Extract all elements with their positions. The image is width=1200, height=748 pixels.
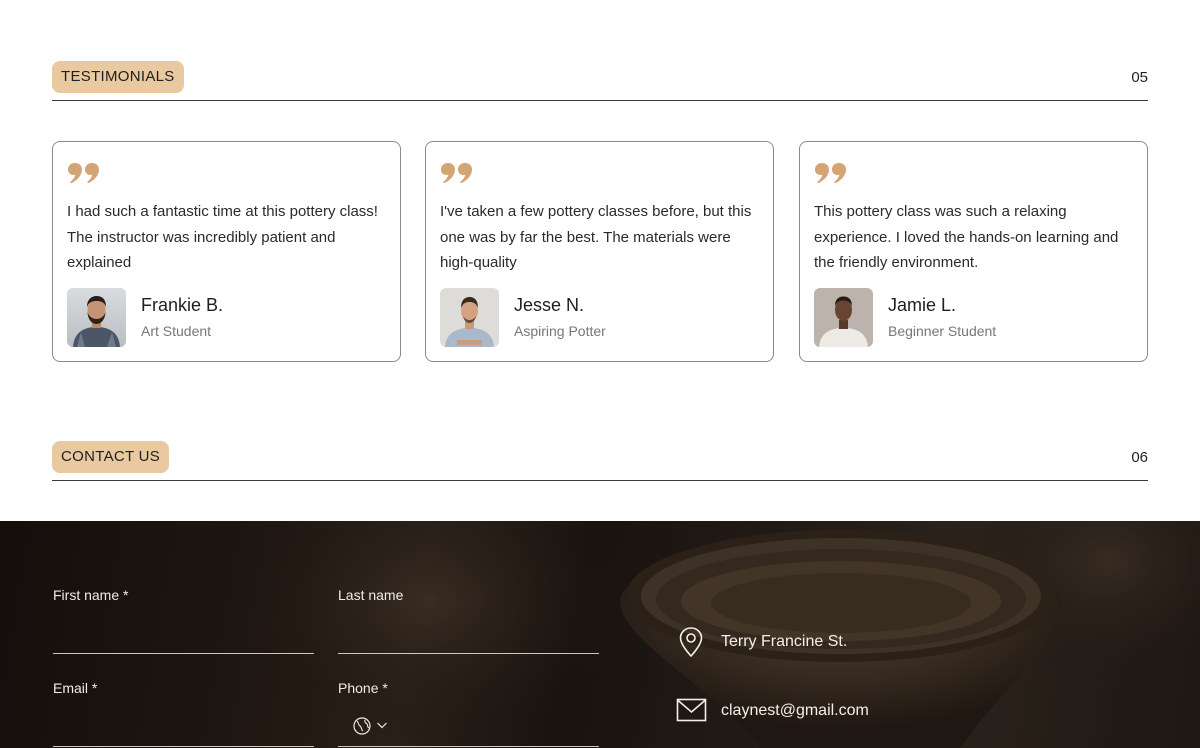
testimonials-list: I had such a fantastic time at this pott… — [52, 141, 1148, 363]
testimonial-role: Art Student — [141, 323, 212, 339]
phone-label: Phone * — [338, 680, 388, 696]
first-name-label: First name * — [53, 587, 129, 603]
last-name-label: Last name — [338, 587, 404, 603]
phone-underline — [338, 746, 599, 747]
testimonial-name: Jamie L. — [888, 295, 957, 315]
location-pin-icon — [679, 627, 703, 658]
testimonials-tag: TESTIMONIALS — [52, 61, 184, 93]
chevron-down-icon[interactable] — [376, 720, 388, 730]
contact-tag: CONTACT US — [52, 441, 170, 473]
phone-input[interactable] — [398, 713, 599, 743]
last-name-input[interactable] — [338, 621, 599, 651]
first-name-input[interactable] — [53, 621, 314, 651]
contact-header: CONTACT US 06 — [52, 441, 1148, 481]
contact-section: First name * Last name Email * Phone * T… — [0, 521, 1200, 748]
testimonial-card: I had such a fantastic time at this pott… — [52, 141, 401, 362]
quote-icon — [68, 163, 99, 184]
contact-section-number: 06 — [1131, 449, 1148, 466]
quote-icon — [815, 163, 846, 184]
testimonial-name: Jesse N. — [514, 295, 585, 315]
email-underline — [53, 746, 314, 747]
email-link[interactable]: claynest@gmail.com — [721, 702, 869, 720]
first-name-underline — [53, 653, 314, 654]
testimonial-card: I've taken a few pottery classes before,… — [425, 141, 774, 362]
quote-icon — [441, 163, 472, 184]
email-label: Email * — [53, 680, 98, 696]
testimonial-role: Aspiring Potter — [514, 323, 606, 339]
testimonial-name: Frankie B. — [141, 295, 224, 315]
email-input[interactable] — [53, 713, 314, 743]
last-name-underline — [338, 653, 599, 654]
avatar — [440, 288, 499, 347]
mail-icon — [676, 698, 707, 722]
address-text: Terry Francine St. — [721, 633, 848, 650]
avatar — [67, 288, 126, 347]
testimonial-role: Beginner Student — [888, 323, 997, 339]
testimonials-section-number: 05 — [1131, 69, 1148, 86]
testimonial-quote: I've taken a few pottery classes before,… — [440, 203, 752, 271]
testimonial-card: This pottery class was such a relaxing e… — [799, 141, 1148, 362]
testimonial-quote: This pottery class was such a relaxing e… — [814, 203, 1119, 271]
testimonials-header: TESTIMONIALS 05 — [52, 61, 1148, 101]
avatar — [814, 288, 873, 347]
testimonial-quote: I had such a fantastic time at this pott… — [67, 203, 378, 271]
globe-icon[interactable] — [352, 716, 372, 736]
